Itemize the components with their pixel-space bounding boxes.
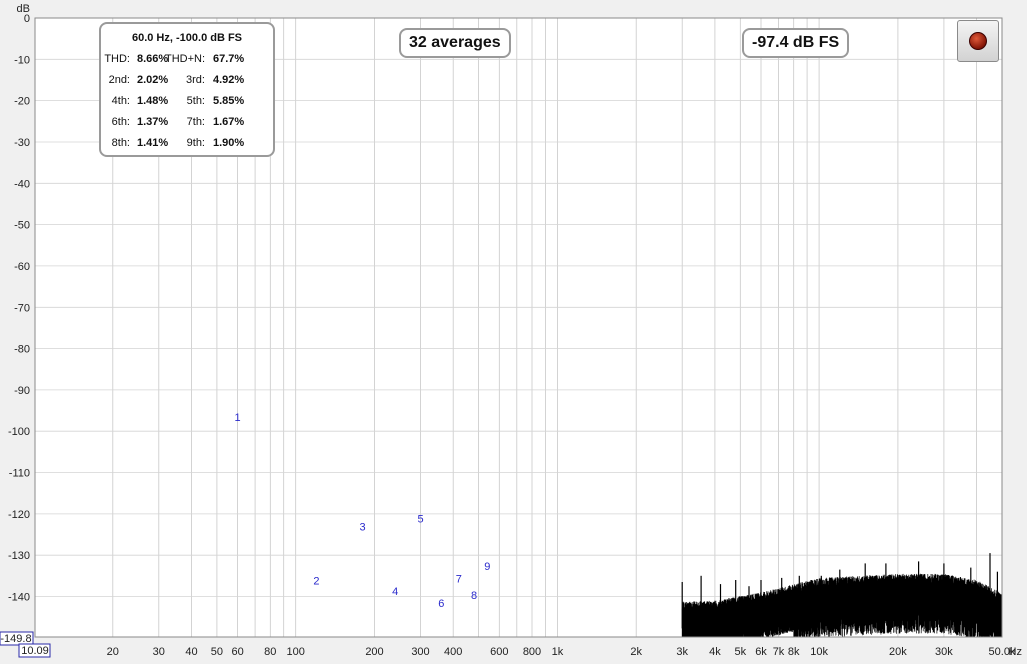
distortion-label: 9th:	[186, 137, 205, 149]
x-axis-unit: Hz	[1009, 646, 1022, 658]
distortion-value: 5.85%	[213, 95, 245, 107]
x-tick-label: 30	[153, 646, 165, 658]
harmonic-label: 7	[456, 573, 462, 585]
x-tick-label: 20k	[889, 646, 907, 658]
x-tick-label: 800	[523, 646, 541, 658]
spectrum-chart: 123456789 0 -10 -20 -30 -40 -50 -60 -70 -80 -90 -1…	[0, 0, 1027, 664]
distortion-label: 7th:	[186, 116, 205, 128]
y-tick-label: -100	[8, 426, 30, 438]
record-button[interactable]	[957, 20, 999, 62]
distortion-label: 2nd:	[108, 74, 130, 86]
x-min-marker: 10.09	[18, 643, 51, 658]
distortion-value: 1.48%	[137, 95, 169, 107]
y-tick-label: -10	[14, 54, 30, 66]
distortion-row: 6th: 1.37% 7th: 1.67%	[101, 116, 273, 130]
x-tick-label: 200	[365, 646, 383, 658]
distortion-row: 4th: 1.48% 5th: 5.85%	[101, 95, 273, 109]
y-tick-label: -70	[14, 302, 30, 314]
x-tick-label: 600	[490, 646, 508, 658]
distortion-value: 4.92%	[213, 74, 245, 86]
harmonic-label: 2	[313, 575, 319, 587]
distortion-value: 1.67%	[213, 116, 245, 128]
distortion-label: 4th:	[111, 95, 130, 107]
y-min-marker: -149.8	[0, 631, 34, 646]
x-tick-label: 400	[444, 646, 462, 658]
x-tick-label: 8k	[788, 646, 800, 658]
distortion-panel: 60.0 Hz, -100.0 dB FS THD: 8.66% THD+N: 67.…	[99, 22, 275, 157]
y-tick-label: -50	[14, 220, 30, 232]
x-tick-label: 5k	[734, 646, 746, 658]
y-tick-label: -130	[8, 550, 30, 562]
averages-badge: 32 averages	[399, 28, 511, 58]
distortion-row: 8th: 1.41% 9th: 1.90%	[101, 137, 273, 151]
y-tick-label: -20	[14, 96, 30, 108]
harmonic-label: 4	[392, 586, 398, 598]
x-tick-label: 3k	[676, 646, 688, 658]
x-tick-label: 6k	[755, 646, 767, 658]
y-tick-label: -40	[14, 178, 30, 190]
y-tick-label: -110	[9, 468, 30, 480]
harmonic-label: 1	[235, 412, 241, 424]
harmonic-label: 9	[484, 561, 490, 573]
level-readout: -97.4 dB FS	[742, 28, 850, 58]
distortion-value: 2.02%	[137, 74, 169, 86]
x-tick-label: 2k	[630, 646, 642, 658]
distortion-value: 67.7%	[213, 53, 245, 65]
harmonic-label: 3	[359, 522, 365, 534]
y-tick-label: -140	[8, 592, 30, 604]
record-icon	[969, 32, 987, 50]
distortion-label: 5th:	[186, 95, 205, 107]
distortion-value: 1.37%	[137, 116, 169, 128]
x-tick-label: 300	[411, 646, 429, 658]
y-min-label: -149.8	[0, 633, 31, 645]
y-axis-label: dB	[17, 3, 30, 15]
distortion-label: 8th:	[111, 137, 130, 149]
x-tick-label: 50	[211, 646, 223, 658]
y-tick-label: -60	[14, 261, 30, 273]
x-tick-label: 1k	[552, 646, 564, 658]
harmonic-label: 6	[438, 598, 444, 610]
distortion-title: 60.0 Hz, -100.0 dB FS	[131, 32, 243, 44]
distortion-label: THD:	[104, 53, 130, 65]
y-tick-label: -30	[14, 137, 30, 149]
x-tick-label: 7k	[773, 646, 785, 658]
y-tick-label: -120	[8, 509, 30, 521]
distortion-row: THD: 8.66% THD+N: 67.7%	[101, 53, 273, 67]
x-tick-label: 4k	[709, 646, 721, 658]
distortion-label: 6th:	[111, 116, 130, 128]
distortion-value: 1.41%	[137, 137, 169, 149]
x-tick-label: 100	[287, 646, 305, 658]
x-tick-label: 60	[231, 646, 243, 658]
y-tick-label: -80	[14, 344, 30, 356]
x-tick-label: 80	[264, 646, 276, 658]
harmonic-label: 8	[471, 590, 477, 602]
distortion-label: THD+N:	[164, 53, 205, 65]
distortion-value: 8.66%	[137, 53, 169, 65]
distortion-value: 1.90%	[213, 137, 245, 149]
x-tick-label: 20	[107, 646, 119, 658]
y-axis-ticks: 0-10-20-30-40-50-60-70-80-90-100-110-120…	[8, 13, 30, 604]
distortion-label: 3rd:	[186, 74, 205, 86]
x-axis-ticks: 20 30 40 50 60 80 100 200 300 400 600 800 1k 2k 3k 4k 5k…	[107, 646, 1016, 658]
x-tick-label: 10k	[810, 646, 828, 658]
y-tick-label: -90	[14, 385, 30, 397]
x-tick-label: 30k	[935, 646, 953, 658]
x-min-label: 10.09	[21, 645, 49, 657]
x-tick-label: 40	[185, 646, 197, 658]
distortion-row: 2nd: 2.02% 3rd: 4.92%	[101, 74, 273, 88]
harmonic-label: 5	[417, 514, 423, 526]
